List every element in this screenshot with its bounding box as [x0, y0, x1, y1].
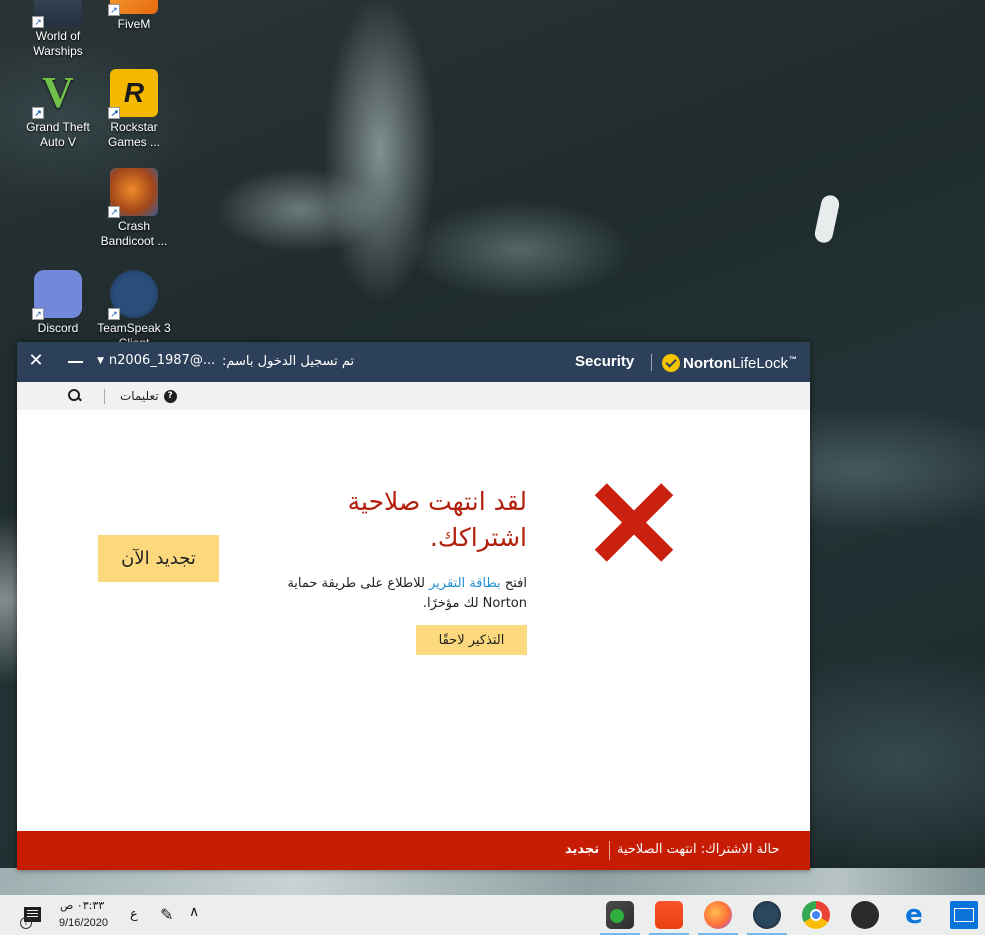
wallpaper-foam [0, 868, 985, 895]
teamspeak-icon: ↗ [108, 270, 158, 320]
toolbar-divider [104, 389, 105, 404]
help-label: تعليمات [120, 389, 159, 403]
signed-in-label: تم تسجيل الدخول باسم: [222, 354, 355, 369]
report-card-link[interactable]: بطاقة التقرير [429, 576, 501, 591]
window-toolbar: ? تعليمات [17, 382, 810, 410]
firefox-icon[interactable] [698, 901, 738, 935]
mail-icon[interactable] [950, 901, 978, 929]
chevron-down-icon: ▼ [97, 356, 104, 366]
desktop-icon-gta-v[interactable]: V ↗ Grand Theft Auto V [16, 69, 100, 150]
desktop-icon-teamspeak[interactable]: ↗ TeamSpeak 3 Client [92, 270, 176, 351]
alert-description: افتح بطاقة التقرير للاطلاع على طريقة حما… [253, 574, 527, 614]
product-name: Security [575, 353, 635, 370]
desc-prefix: افتح [504, 576, 527, 591]
expired-x-icon [593, 482, 675, 564]
brand-bold: Norton [683, 354, 733, 372]
crash-bandicoot-icon: ↗ [108, 168, 158, 218]
subscription-status: حالة الاشتراك: انتهت الصلاحية [617, 842, 780, 857]
desktop-icon-discord[interactable]: ↗ Discord [16, 270, 100, 336]
desktop-icon-label: FiveM [117, 17, 151, 31]
fivem-icon: ↗ [108, 0, 158, 16]
statusbar-divider [609, 841, 610, 860]
rockstar-games-icon: R ↗ [108, 69, 158, 119]
desktop-icon-label: World of Warships [33, 29, 83, 58]
norton-window: ✕ ▼ n2006_1987@... تم تسجيل الدخول باسم: … [17, 342, 810, 870]
edge-icon[interactable]: e [900, 901, 928, 929]
window-titlebar: ✕ ▼ n2006_1987@... تم تسجيل الدخول باسم: … [17, 342, 810, 382]
desktop-icon-label: Crash Bandicoot ... [100, 219, 168, 248]
desktop-icon-fivem[interactable]: ↗ FiveM [92, 0, 176, 32]
renew-link[interactable]: تجديد [565, 842, 599, 857]
norton-check-icon [662, 354, 680, 372]
account-user: n2006_1987@... [108, 353, 216, 368]
desktop-icon-label: Grand Theft Auto V [26, 120, 90, 149]
renew-now-button[interactable]: تجديد الآن [98, 535, 219, 582]
subscription-statusbar: تجديد حالة الاشتراك: انتهت الصلاحية [17, 831, 810, 870]
steam-icon[interactable] [747, 901, 787, 935]
norton-icon[interactable] [600, 901, 640, 935]
pen-icon[interactable]: ✎ [160, 905, 173, 924]
info-icon: i [20, 917, 32, 929]
clock-time[interactable]: ٠٣:٣٣ ص [60, 899, 104, 912]
help-icon: ? [163, 389, 177, 403]
clock-date[interactable]: 9/16/2020 [59, 917, 108, 929]
desktop-icon-crash-bandicoot[interactable]: ↗ Crash Bandicoot ... [92, 168, 176, 249]
alert-heading: لقد انتهت صلاحية اشتراكك. [347, 487, 527, 552]
gta-v-icon: V ↗ [32, 69, 82, 119]
brand-tm: ™ [789, 354, 798, 364]
brand-light: LifeLock [732, 354, 789, 372]
close-button[interactable]: ✕ [25, 350, 47, 372]
chrome-icon[interactable] [802, 901, 830, 929]
world-of-warships-icon: ↗ [32, 0, 82, 28]
nortonlifelock-logo: NortonLifeLock™ [662, 352, 797, 374]
wallpaper-surfer [813, 193, 841, 245]
minimize-button[interactable] [65, 350, 87, 372]
account-dropdown[interactable]: ▼ n2006_1987@... [97, 353, 215, 368]
brave-icon[interactable] [649, 901, 689, 935]
taskbar: i ٠٣:٣٣ ص 9/16/2020 ع ✎ ∧ e [0, 895, 985, 935]
language-indicator[interactable]: ع [130, 907, 138, 922]
remind-later-button[interactable]: التذكير لاحقًا [416, 625, 527, 655]
discord-icon: ↗ [32, 270, 82, 320]
help-link[interactable]: ? تعليمات [120, 388, 177, 404]
desktop-icon-label: Rockstar Games ... [107, 120, 160, 149]
desktop-icon-rockstar[interactable]: R ↗ Rockstar Games ... [92, 69, 176, 150]
chevron-up-icon[interactable]: ∧ [189, 904, 199, 920]
search-icon[interactable] [67, 388, 83, 404]
speedometer-icon[interactable] [851, 901, 879, 929]
desktop-icon-label: Discord [37, 321, 79, 335]
title-divider [651, 354, 652, 371]
desktop-icon-world-of-warships[interactable]: ↗ World of Warships [16, 0, 100, 59]
